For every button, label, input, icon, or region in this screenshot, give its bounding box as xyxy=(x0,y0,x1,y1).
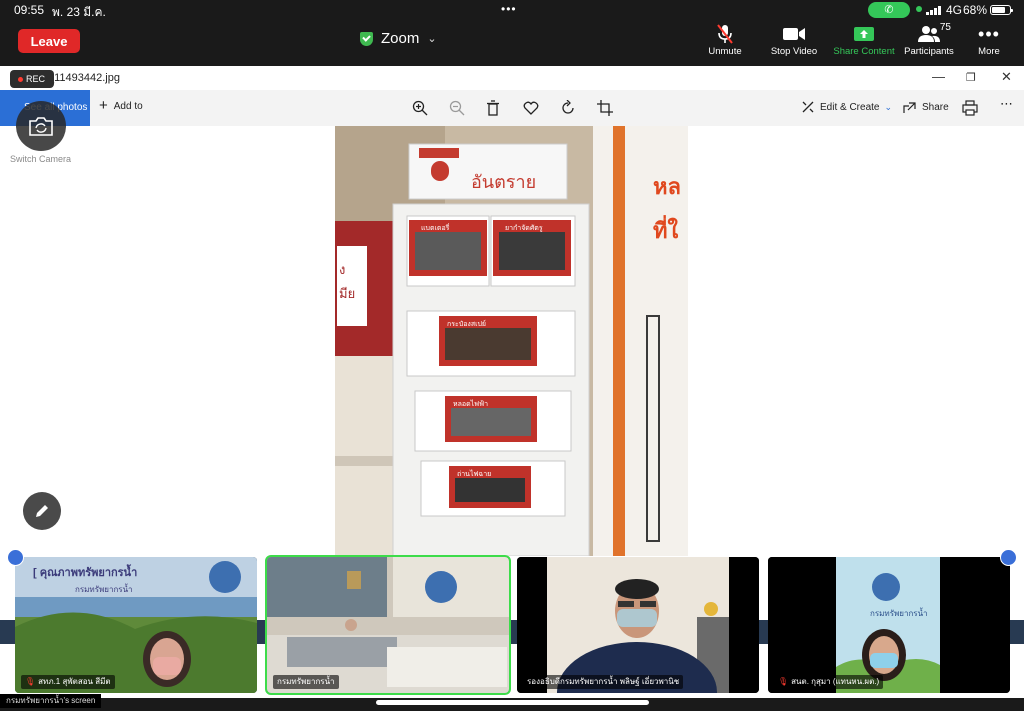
annotate-button[interactable] xyxy=(23,492,61,530)
favorite-heart-icon[interactable] xyxy=(523,100,539,116)
participant-4-banner: กรมทรัพยากรน้ำ xyxy=(870,609,928,618)
network-type: 4G xyxy=(946,3,963,17)
close-icon[interactable]: ✕ xyxy=(1001,69,1012,85)
signal-strength-icon xyxy=(926,6,942,15)
edit-create-button[interactable]: Edit & Create ⌄ xyxy=(801,100,892,114)
muted-microphone-icon: 🎙︎ xyxy=(778,677,789,686)
participant-3-name-tag: รองอธิบดีกรมทรัพยากรน้ำ พลิษฐ์ เอี่ยวพาน… xyxy=(523,675,684,689)
phone-icon: ✆ xyxy=(884,4,894,16)
pencil-icon xyxy=(36,505,48,517)
switch-camera-label: Switch Camera xyxy=(10,154,72,164)
print-icon[interactable] xyxy=(962,100,978,116)
photos-window-titlebar: REC _11493442.jpg — ❐ ✕ xyxy=(0,66,1024,90)
rec-label: REC xyxy=(26,74,46,84)
danger-sign-text: อันตราย xyxy=(471,172,536,192)
plus-icon: + xyxy=(99,97,108,114)
battery-icon xyxy=(990,5,1013,15)
stop-video-label: Stop Video xyxy=(770,46,818,57)
edit-create-icon xyxy=(802,101,814,113)
participant-tile-3[interactable]: รองอธิบดีกรมทรัพยากรน้ำ พลิษฐ์ เอี่ยวพาน… xyxy=(517,557,759,693)
unmute-label: Unmute xyxy=(708,46,742,57)
meeting-title-label: Zoom xyxy=(381,30,420,47)
drawer-label-5: ถ่านไฟฉาย xyxy=(457,469,491,478)
leave-button[interactable]: Leave xyxy=(18,29,80,53)
participant-tile-1[interactable]: [ คุณภาพทรัพยากรน้ำ กรมทรัพยากรน้ำ 🎙︎ สท… xyxy=(15,557,257,693)
participant-4-video xyxy=(768,557,1010,693)
participant-3-video xyxy=(517,557,759,693)
zoom-out-icon[interactable] xyxy=(449,100,465,116)
pin-gallery-icon[interactable] xyxy=(7,549,24,566)
chevron-down-icon: ⌄ xyxy=(884,101,893,112)
photos-share-label: Share xyxy=(922,101,949,113)
photos-share-button[interactable]: Share xyxy=(903,100,949,114)
multitask-dots-icon[interactable]: ••• xyxy=(501,2,517,16)
home-indicator[interactable] xyxy=(376,700,649,705)
rotate-icon[interactable] xyxy=(560,100,576,116)
recording-indicator: REC xyxy=(10,70,54,88)
edit-create-label: Edit & Create xyxy=(820,101,880,113)
participant-2-video xyxy=(267,557,509,693)
meeting-title[interactable]: Zoom ⌄ xyxy=(360,30,437,47)
box-text-1: ง xyxy=(339,262,345,277)
wall-text-2: ที่ใ xyxy=(653,214,679,243)
crop-icon[interactable] xyxy=(597,100,613,116)
share-arrow-icon xyxy=(903,102,916,113)
status-bar: 09:55 พ. 23 มี.ค. ••• ✆ 4G 68% xyxy=(0,0,1024,20)
participant-4-name: สนต. กุสุมา (แทนหน.ผต.) xyxy=(791,677,880,686)
participant-tile-2[interactable]: กรมทรัพยากรน้ำ xyxy=(265,555,511,695)
zoom-meeting-screen: 09:55 พ. 23 มี.ค. ••• ✆ 4G 68% Leave Zoo… xyxy=(0,0,1024,711)
more-dots-icon: ••• xyxy=(978,23,1000,44)
participant-tile-4[interactable]: กรมทรัพยากรน้ำ 🎙︎ สนต. กุสุมา (แทนหน.ผต.… xyxy=(768,557,1010,693)
participant-4-name-tag: 🎙︎ สนต. กุสุมา (แทนหน.ผต.) xyxy=(774,675,884,689)
participant-1-name-tag: 🎙︎ สทภ.1 สุพัตสอน สีมีต xyxy=(21,675,115,689)
drawer-label-3: กระป๋องสเปย์ xyxy=(447,320,486,328)
more-button[interactable]: ••• More xyxy=(953,22,1024,60)
minimize-icon[interactable]: — xyxy=(932,69,945,84)
share-content-button[interactable]: Share Content xyxy=(828,22,900,60)
participants-count: 75 xyxy=(939,22,951,33)
screen-owner-label: กรมทรัพยากรน้ำ's screen xyxy=(0,694,102,708)
file-name: _11493442.jpg xyxy=(48,72,120,84)
stop-video-button[interactable]: Stop Video xyxy=(758,22,830,60)
participant-1-banner: [ คุณภาพทรัพยากรน้ำ xyxy=(33,567,138,579)
switch-camera-icon xyxy=(29,117,53,136)
participant-2-name: กรมทรัพยากรน้ำ xyxy=(277,677,335,686)
share-screen-icon xyxy=(828,22,900,46)
status-time: 09:55 xyxy=(14,3,45,17)
shared-photo: หล ที่ใ ง มีย อันตราย แบตเตอรี่ ยากำจัดศ… xyxy=(335,126,688,556)
more-label: More xyxy=(978,46,1000,57)
status-date: พ. 23 มี.ค. xyxy=(52,5,106,19)
share-content-label: Share Content xyxy=(833,46,895,57)
switch-camera-button[interactable] xyxy=(16,101,66,151)
box-text-2: มีย xyxy=(339,286,355,301)
chevron-down-icon: ⌄ xyxy=(427,33,437,45)
camera-in-use-indicator-icon xyxy=(916,6,922,12)
delete-icon[interactable] xyxy=(485,100,501,116)
battery-percent: 68% xyxy=(963,3,988,17)
zoom-in-icon[interactable] xyxy=(412,100,428,116)
encryption-shield-icon xyxy=(360,31,373,46)
unmute-button[interactable]: Unmute xyxy=(689,22,761,60)
hide-strip-icon[interactable] xyxy=(1000,549,1017,566)
wall-text-1: หล xyxy=(653,174,681,199)
drawer-label-4: หลอดไฟฟ้า xyxy=(453,399,488,408)
participant-3-name: รองอธิบดีกรมทรัพยากรน้ำ พลิษฐ์ เอี่ยวพาน… xyxy=(527,677,680,686)
video-camera-icon xyxy=(758,22,830,46)
add-to-label: Add to xyxy=(113,100,143,112)
more-options-icon[interactable]: ⋯ xyxy=(1000,96,1016,112)
photos-toolbar: See all photos + Add to Edit & Create ⌄ … xyxy=(0,90,1024,126)
participant-2-name-tag: กรมทรัพยากรน้ำ xyxy=(273,675,339,689)
restore-icon[interactable]: ❐ xyxy=(966,71,976,84)
active-call-pill[interactable]: ✆ xyxy=(868,2,910,18)
drawer-label-2: ยากำจัดศัตรู xyxy=(505,224,543,232)
add-to-button[interactable]: + Add to xyxy=(99,97,143,114)
participant-1-name: สทภ.1 สุพัตสอน สีมีต xyxy=(38,677,111,686)
drawer-label-1: แบตเตอรี่ xyxy=(421,223,450,232)
muted-microphone-icon xyxy=(689,22,761,46)
participant-1-banner-sub: กรมทรัพยากรน้ำ xyxy=(75,585,133,594)
muted-microphone-icon: 🎙︎ xyxy=(25,677,36,686)
